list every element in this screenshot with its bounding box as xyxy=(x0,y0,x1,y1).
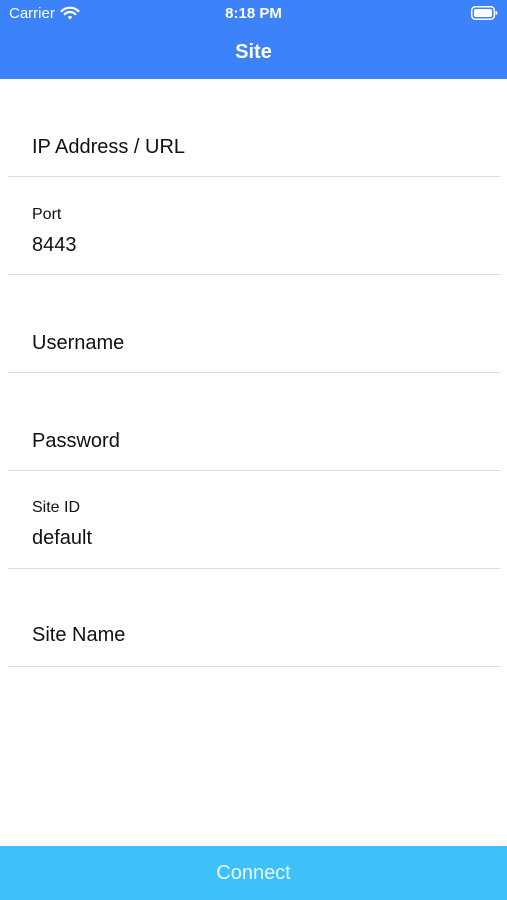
site-id-value: default xyxy=(32,527,93,549)
ip-address-placeholder: IP Address / URL xyxy=(32,136,186,158)
port-label: Port xyxy=(32,206,62,223)
status-bar: Carrier 8:18 PM xyxy=(0,0,507,28)
site-name-placeholder: Site Name xyxy=(32,624,126,646)
site-form: IP Address / URL Port 8443 Username Pass… xyxy=(0,79,507,667)
divider xyxy=(8,666,500,667)
ip-address-field[interactable]: IP Address / URL xyxy=(0,79,507,177)
port-field[interactable]: Port 8443 xyxy=(0,177,507,275)
site-name-field[interactable]: Site Name xyxy=(0,569,507,667)
site-id-label: Site ID xyxy=(32,499,81,516)
username-placeholder: Username xyxy=(32,332,125,354)
status-time: 8:18 PM xyxy=(225,5,282,22)
battery-icon xyxy=(471,6,498,20)
header: Carrier 8:18 PM Site xyxy=(0,0,507,79)
password-field[interactable]: Password xyxy=(0,373,507,471)
connect-button[interactable]: Connect xyxy=(0,846,507,900)
username-field[interactable]: Username xyxy=(0,275,507,373)
port-value: 8443 xyxy=(32,234,77,256)
password-placeholder: Password xyxy=(32,430,120,452)
site-id-field[interactable]: Site ID default xyxy=(0,471,507,569)
page-title: Site xyxy=(235,41,272,63)
